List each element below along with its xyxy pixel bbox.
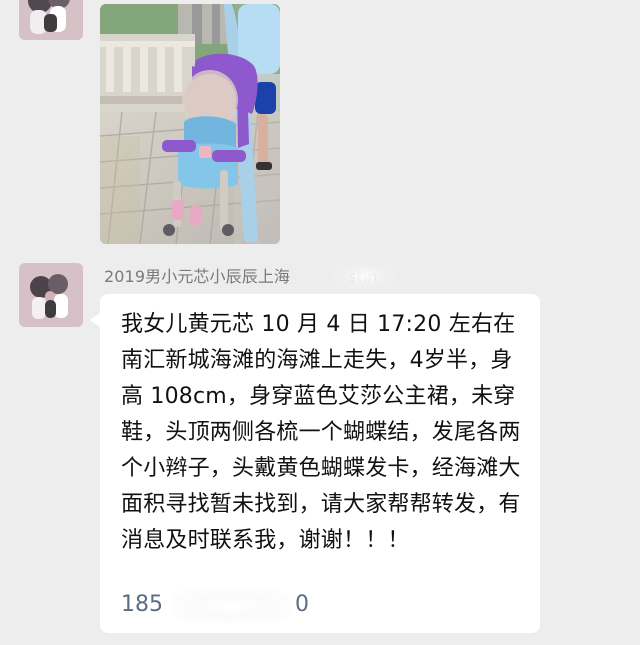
- shared-photo[interactable]: [100, 4, 280, 244]
- phone-redaction: [171, 589, 291, 623]
- avatar-icon: [19, 263, 83, 327]
- message-text: 我女儿黄元芯 10 月 4 日 17:20 左右在南汇新城海滩的海滩上走失，4岁…: [121, 312, 521, 553]
- sender-name: 2019男小元芯小辰辰上海: [104, 267, 291, 286]
- avatar-top[interactable]: [19, 0, 83, 40]
- phone-prefix: 185: [121, 592, 163, 617]
- message-bubble[interactable]: 我女儿黄元芯 10 月 4 日 17:20 左右在南汇新城海滩的海滩上走失，4岁…: [100, 294, 540, 633]
- phone-number: 185 0: [121, 589, 309, 623]
- avatar-icon: [19, 0, 83, 40]
- phone-suffix: 0: [295, 592, 309, 617]
- sender-avatar[interactable]: [19, 263, 83, 327]
- photo-thumbnail: [100, 4, 280, 244]
- sender-redaction: [330, 262, 398, 290]
